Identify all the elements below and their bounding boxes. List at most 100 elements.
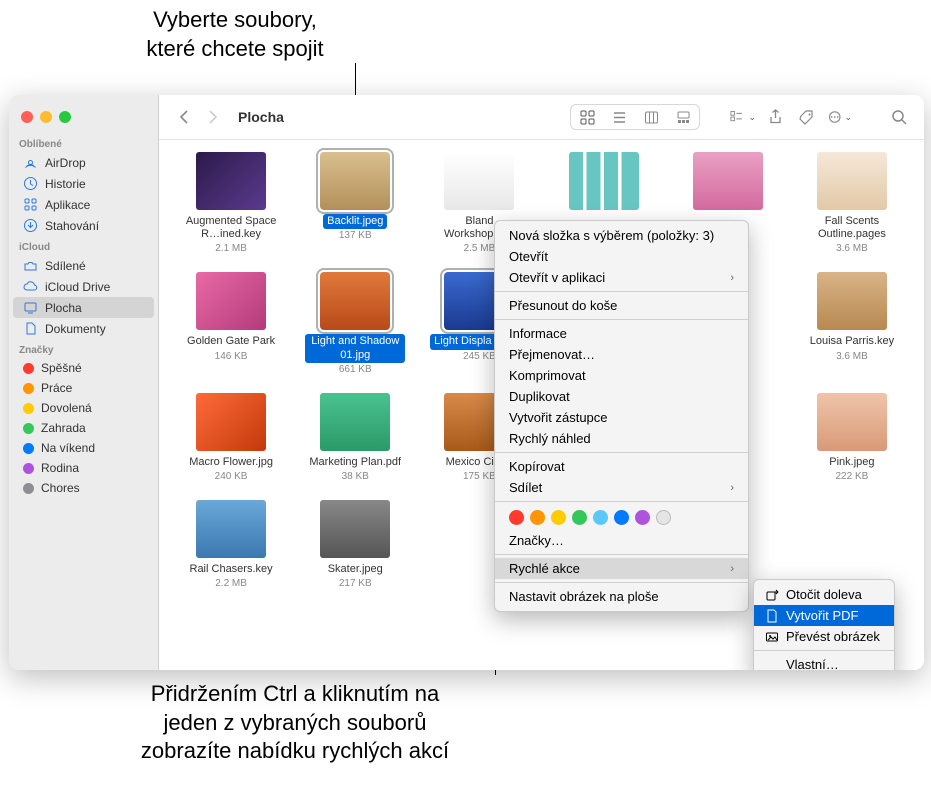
file-size: 146 KB [215, 351, 248, 362]
sidebar-item-label: Plocha [45, 301, 82, 315]
menu-item[interactable]: Otevřít [495, 246, 748, 267]
forward-button[interactable] [200, 105, 226, 129]
sidebar-item[interactable]: iCloud Drive [13, 276, 154, 297]
clock-icon [23, 176, 38, 191]
sidebar-item[interactable]: Dokumenty [13, 318, 154, 339]
sidebar-item[interactable]: Chores [13, 478, 154, 498]
file-size: 2.5 MB [464, 243, 496, 254]
menu-separator [495, 501, 748, 502]
menu-item[interactable]: Otevřít v aplikaci› [495, 267, 748, 288]
tag-color-button[interactable] [635, 510, 650, 525]
menu-item[interactable]: Rychlé akce› [495, 558, 748, 579]
tag-dot-icon [23, 403, 34, 414]
sidebar-item-label: Historie [45, 177, 86, 191]
file-name: Rail Chasers.key [186, 562, 277, 577]
menu-item[interactable]: Duplikovat [495, 386, 748, 407]
menu-item[interactable]: Komprimovat [495, 365, 748, 386]
sidebar-item[interactable]: AirDrop [13, 152, 154, 173]
sidebar-item[interactable]: Práce [13, 378, 154, 398]
nav-group [171, 105, 226, 129]
file-thumbnail [444, 152, 514, 210]
sidebar-item-label: AirDrop [45, 156, 86, 170]
submenu-item[interactable]: Převést obrázek [754, 626, 894, 647]
file-thumbnail [196, 393, 266, 451]
sidebar-item-label: Chores [41, 481, 80, 495]
file-item[interactable]: Marketing Plan.pdf38 KB [299, 393, 411, 482]
menu-item-label: Kopírovat [509, 459, 565, 474]
menu-item[interactable]: Značky… [495, 530, 748, 551]
zoom-window-button[interactable] [59, 111, 71, 123]
file-size: 175 KB [463, 471, 496, 482]
file-item[interactable]: Skater.jpeg217 KB [299, 500, 411, 589]
menu-item[interactable]: Přesunout do koše [495, 295, 748, 316]
tag-color-button[interactable] [551, 510, 566, 525]
file-item[interactable]: Pink.jpeg222 KB [796, 393, 908, 482]
sidebar-item[interactable]: Sdílené [13, 255, 154, 276]
file-item[interactable]: Rail Chasers.key2.2 MB [175, 500, 287, 589]
sidebar-item[interactable]: Aplikace [13, 194, 154, 215]
file-item[interactable]: Light and Shadow 01.jpg661 KB [299, 272, 411, 374]
sidebar-item[interactable]: Na víkend [13, 438, 154, 458]
icon-view-button[interactable] [571, 105, 603, 129]
sidebar-item[interactable]: Stahování [13, 215, 154, 236]
tag-color-button[interactable] [530, 510, 545, 525]
submenu-item[interactable]: Vlastní… [754, 654, 894, 670]
back-button[interactable] [171, 105, 197, 129]
file-size: 217 KB [339, 578, 372, 589]
sidebar-item[interactable]: Dovolená [13, 398, 154, 418]
list-view-button[interactable] [603, 105, 635, 129]
menu-item[interactable]: Nová složka s výběrem (položky: 3) [495, 225, 748, 246]
tag-color-button[interactable] [509, 510, 524, 525]
doc-icon [23, 321, 38, 336]
sidebar-item[interactable]: Historie [13, 173, 154, 194]
menu-item-label: Sdílet [509, 480, 542, 495]
menu-item[interactable]: Kopírovat [495, 456, 748, 477]
close-window-button[interactable] [21, 111, 33, 123]
file-name: Backlit.jpeg [323, 214, 387, 229]
main-area: Plocha ⌄ ⌄ Augmented Space R…ined.key2.1… [159, 95, 924, 670]
file-item[interactable]: Louisa Parris.key3.6 MB [796, 272, 908, 374]
submenu-item[interactable]: Otočit doleva [754, 584, 894, 605]
tag-button[interactable] [794, 105, 820, 129]
tag-dot-icon [23, 423, 34, 434]
menu-item[interactable]: Vytvořit zástupce [495, 407, 748, 428]
file-item[interactable]: Fall Scents Outline.pages3.6 MB [796, 152, 908, 254]
shared-icon [23, 258, 38, 273]
sidebar-item-label: Sdílené [45, 259, 86, 273]
sidebar-item[interactable]: Spěšné [13, 358, 154, 378]
tag-dot-icon [23, 443, 34, 454]
file-item[interactable]: Augmented Space R…ined.key2.1 MB [175, 152, 287, 254]
menu-item[interactable]: Přejmenovat… [495, 344, 748, 365]
file-item[interactable]: Backlit.jpeg137 KB [299, 152, 411, 254]
tag-color-button[interactable] [656, 510, 671, 525]
tag-color-button[interactable] [572, 510, 587, 525]
chevron-right-icon: › [730, 272, 734, 284]
action-button[interactable]: ⌄ [826, 105, 852, 129]
file-thumbnail [196, 272, 266, 330]
menu-item[interactable]: Nastavit obrázek na ploše [495, 586, 748, 607]
tag-color-button[interactable] [593, 510, 608, 525]
menu-item[interactable]: Rychlý náhled [495, 428, 748, 449]
file-thumbnail [569, 152, 639, 210]
window-controls [9, 103, 158, 133]
column-view-button[interactable] [635, 105, 667, 129]
menu-item[interactable]: Informace [495, 323, 748, 344]
sidebar-item[interactable]: Zahrada [13, 418, 154, 438]
share-button[interactable] [762, 105, 788, 129]
group-button[interactable]: ⌄ [730, 105, 756, 129]
file-size: 137 KB [339, 230, 372, 241]
menu-item[interactable]: Sdílet› [495, 477, 748, 498]
cloud-icon [23, 279, 38, 294]
search-button[interactable] [886, 105, 912, 129]
sidebar-item-label: Práce [41, 381, 72, 395]
minimize-window-button[interactable] [40, 111, 52, 123]
tag-color-button[interactable] [614, 510, 629, 525]
submenu-item-label: Převést obrázek [786, 629, 880, 644]
sidebar-item[interactable]: Plocha [13, 297, 154, 318]
sidebar-item[interactable]: Rodina [13, 458, 154, 478]
submenu-item[interactable]: Vytvořit PDF [754, 605, 894, 626]
file-item[interactable]: Macro Flower.jpg240 KB [175, 393, 287, 482]
file-item[interactable]: Golden Gate Park146 KB [175, 272, 287, 374]
gallery-view-button[interactable] [667, 105, 699, 129]
menu-separator [495, 319, 748, 320]
